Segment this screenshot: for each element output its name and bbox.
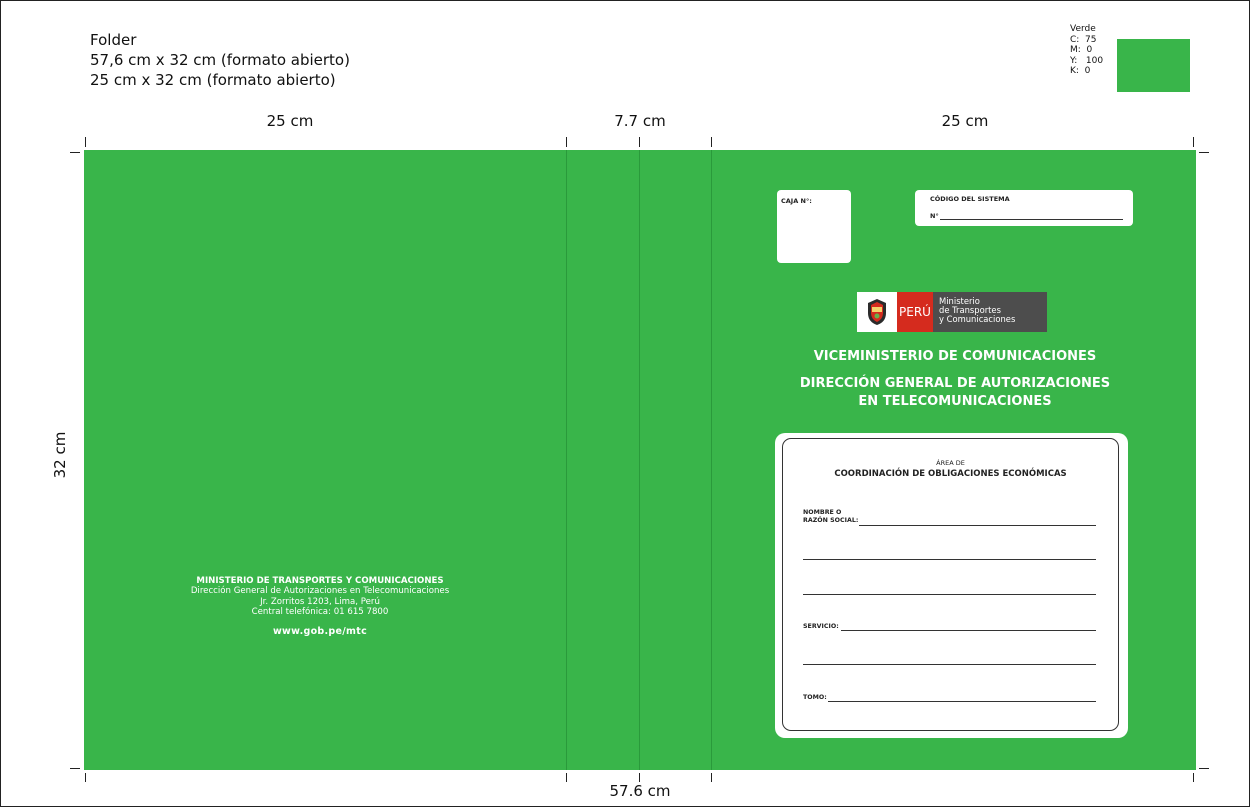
codigo-label: CÓDIGO DEL SISTEMA	[930, 195, 1010, 203]
color-swatch	[1117, 39, 1190, 92]
tick-top-fold1	[566, 137, 567, 147]
form-area-label: ÁREA DE	[936, 459, 965, 467]
tick-left-top	[70, 152, 80, 153]
codigo-line	[940, 219, 1123, 220]
fold-line-center	[639, 150, 640, 770]
measure-spine-width: 7.7 cm	[614, 112, 666, 130]
codigo-num-label: N°	[930, 212, 939, 220]
measure-height: 32 cm	[51, 431, 69, 479]
tomo-line	[828, 701, 1096, 702]
heading-direccion-line2: EN TELECOMUNICACIONES	[858, 394, 1052, 409]
tick-top-fold2	[711, 137, 712, 147]
measure-right-width: 25 cm	[941, 112, 989, 130]
servicio-label: SERVICIO:	[803, 623, 839, 630]
format-closed: 25 cm x 32 cm (formato abierto)	[90, 71, 336, 89]
swatch-y: Y: 100	[1070, 55, 1104, 66]
mtc-logo: PERÚ Ministerio de Transportes y Comunic…	[857, 292, 1047, 332]
nombre-label: NOMBRE O RAZÓN SOCIAL:	[803, 509, 858, 524]
tick-bottom-fold1	[566, 773, 567, 782]
fold-line-left	[566, 150, 567, 770]
servicio-line	[841, 630, 1096, 631]
back-address: Jr. Zorritos 1203, Lima, Perú	[260, 596, 380, 607]
caja-label: CAJA N°:	[781, 197, 812, 205]
nombre-line-3	[803, 594, 1096, 595]
tick-bottom-left	[85, 773, 86, 782]
nombre-label-line2: RAZÓN SOCIAL:	[803, 516, 859, 524]
title-block: Folder 57,6 cm x 32 cm (formato abierto)…	[90, 30, 350, 90]
servicio-line-2	[803, 664, 1096, 665]
form-panel: ÁREA DE COORDINACIÓN DE OBLIGACIONES ECO…	[775, 433, 1128, 738]
swatch-k: K: 0	[1070, 66, 1091, 76]
heading-viceministerio: VICEMINISTERIO DE COMUNICACIONES	[813, 349, 1097, 364]
nombre-line-2	[803, 559, 1096, 560]
fold-line-right	[711, 150, 712, 770]
back-url: www.gob.pe/mtc	[272, 625, 368, 637]
logo-peru: PERÚ	[897, 292, 933, 332]
nombre-line	[859, 525, 1096, 526]
heading-direccion: DIRECCIÓN GENERAL DE AUTORIZACIONES EN T…	[775, 375, 1135, 411]
coat-of-arms-icon	[857, 292, 897, 332]
caja-box: CAJA N°:	[777, 190, 851, 263]
tick-right-top	[1199, 152, 1209, 153]
tick-left-bottom	[70, 768, 80, 769]
measure-left-width: 25 cm	[266, 112, 314, 130]
doc-title: Folder	[90, 31, 137, 49]
tick-right-bottom	[1199, 768, 1209, 769]
codigo-box: CÓDIGO DEL SISTEMA N°	[915, 190, 1133, 226]
swatch-m: M: 0	[1070, 45, 1093, 55]
back-phone: Central telefónica: 01 615 7800	[251, 607, 389, 618]
tick-bottom-fold2	[711, 773, 712, 782]
back-cover-info: MINISTERIO DE TRANSPORTES Y COMUNICACION…	[170, 576, 470, 637]
swatch-spec: Verde C: 75 M: 0 Y: 100 K: 0	[1070, 24, 1103, 77]
logo-text: Ministerio de Transportes y Comunicacion…	[933, 292, 1047, 332]
format-open: 57,6 cm x 32 cm (formato abierto)	[90, 51, 350, 69]
logo-line3: y Comunicaciones	[939, 313, 1016, 324]
back-ministry: MINISTERIO DE TRANSPORTES Y COMUNICACION…	[196, 576, 444, 586]
tick-top-right	[1193, 137, 1194, 147]
swatch-c: C: 75	[1070, 34, 1097, 45]
tick-top-left	[85, 137, 86, 147]
heading-direccion-line1: DIRECCIÓN GENERAL DE AUTORIZACIONES	[799, 376, 1111, 391]
tick-bottom-mid	[639, 773, 640, 782]
measure-total-width: 57.6 cm	[609, 782, 671, 800]
tick-bottom-right	[1193, 773, 1194, 782]
back-direction: Dirección General de Autorizaciones en T…	[190, 586, 450, 597]
nombre-label-line1: NOMBRE O	[803, 509, 842, 516]
swatch-name: Verde	[1070, 24, 1096, 34]
form-area-title: COORDINACIÓN DE OBLIGACIONES ECONÓMICAS	[834, 469, 1067, 479]
tick-top-mid	[639, 137, 640, 147]
tomo-label: TOMO:	[803, 694, 827, 701]
form-inner-border: ÁREA DE COORDINACIÓN DE OBLIGACIONES ECO…	[782, 438, 1119, 731]
